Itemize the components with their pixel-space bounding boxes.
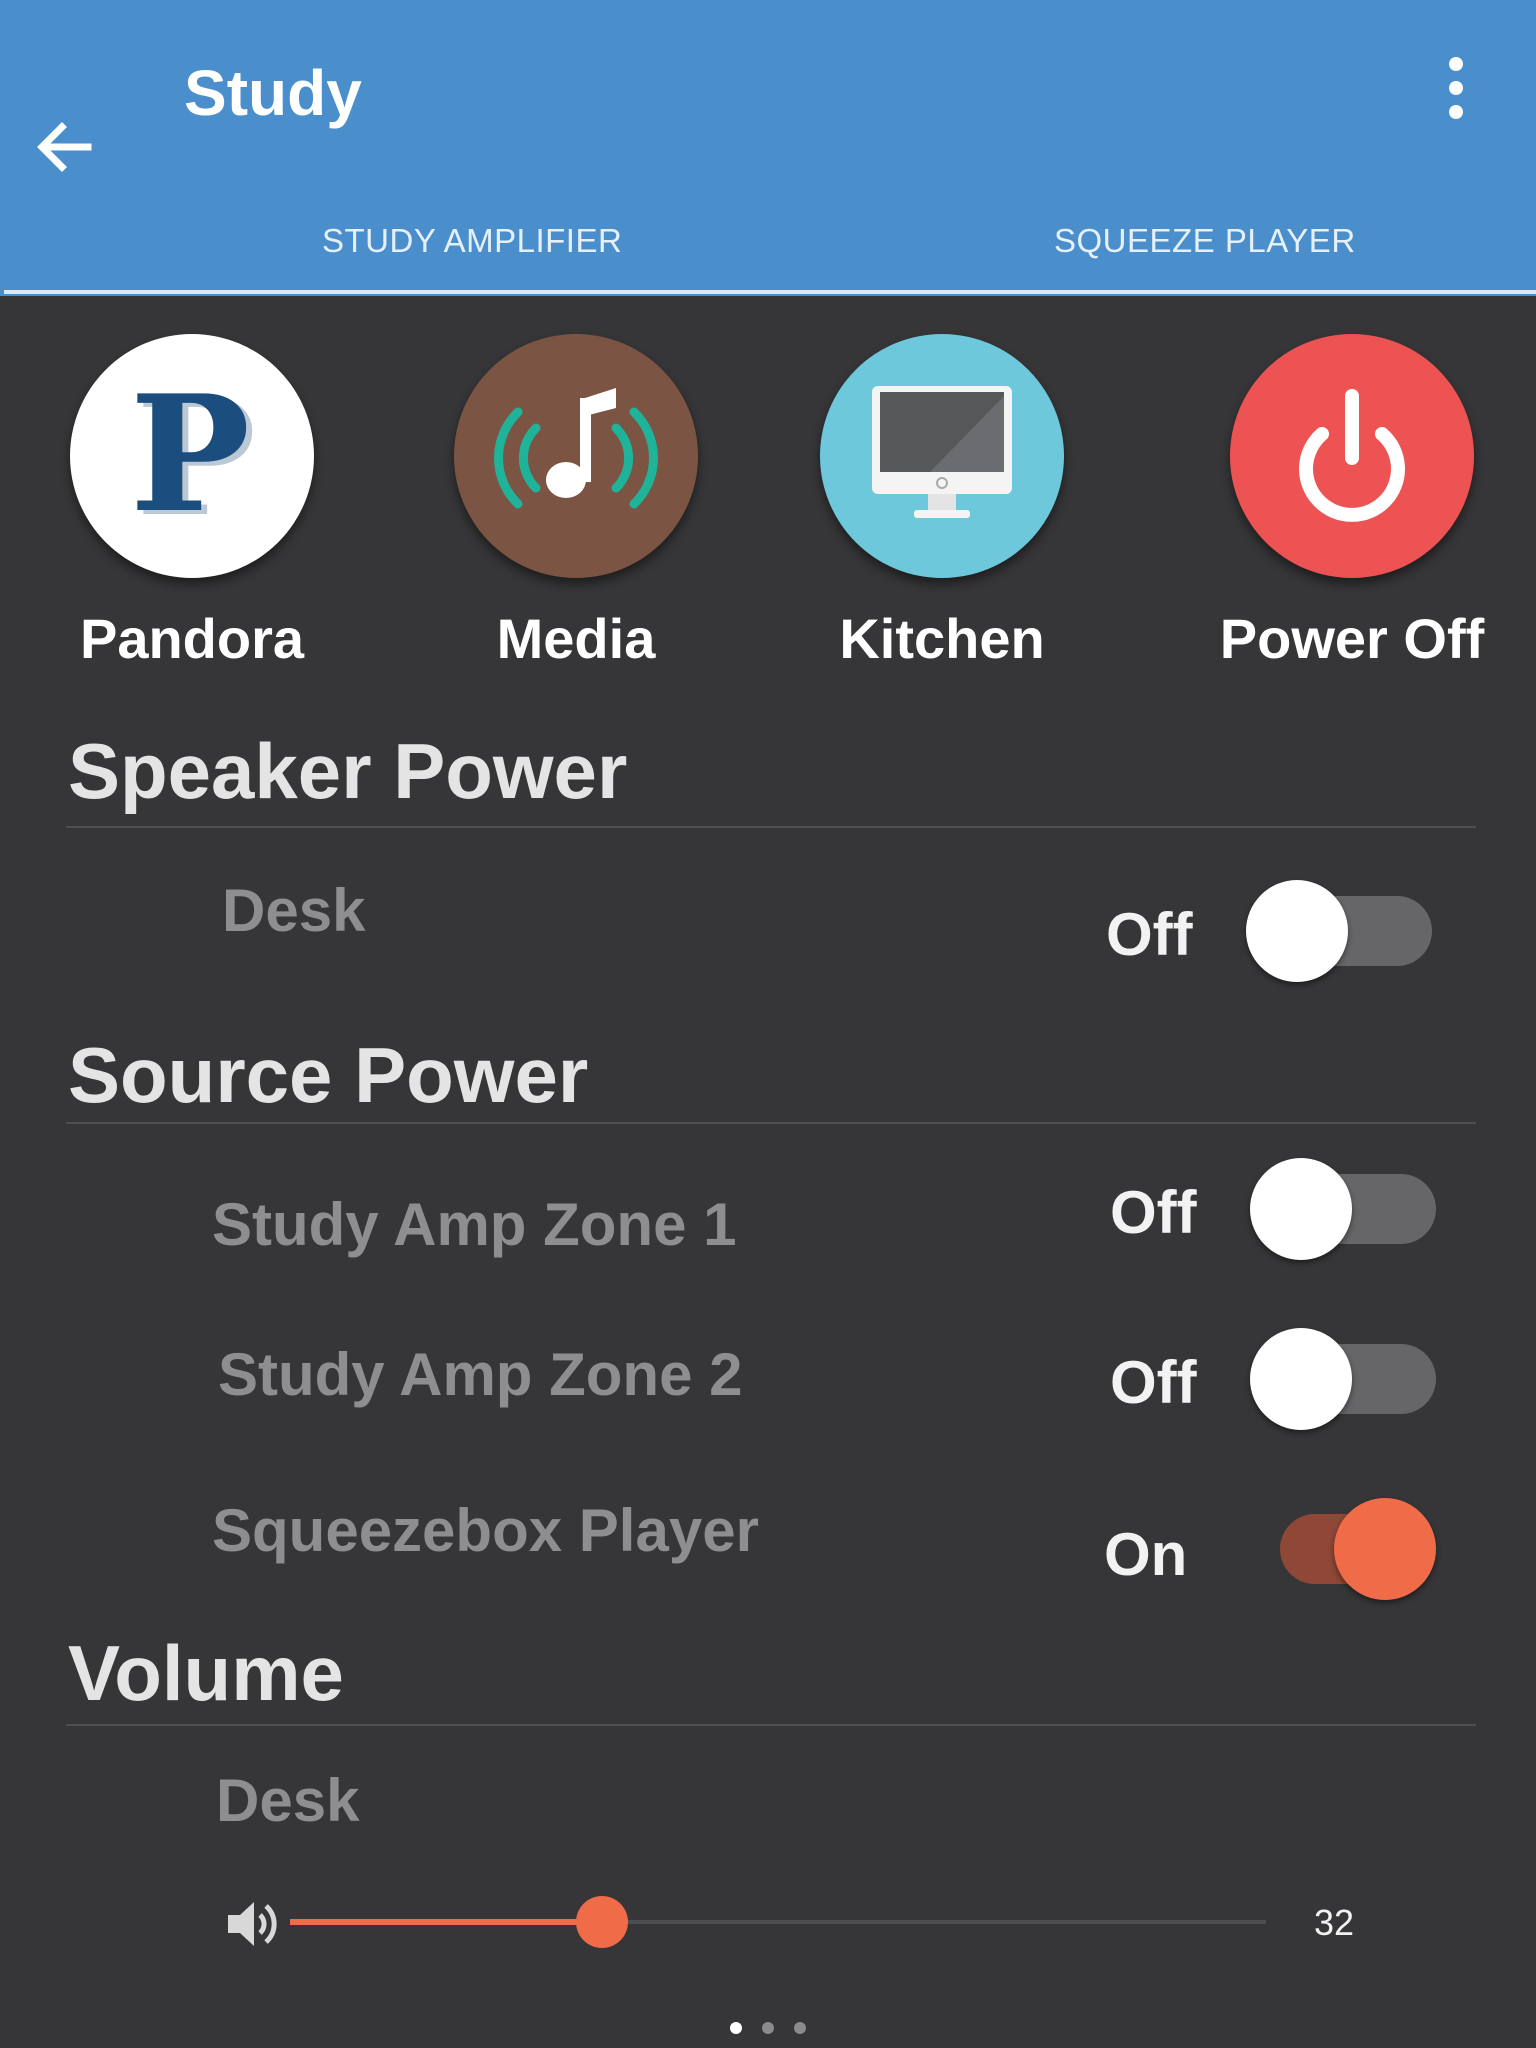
shortcut-pandora[interactable]: P P Pandora <box>70 334 314 670</box>
source-zone2-state: Off <box>1110 1349 1197 1416</box>
app-bar: Study STUDY AMPLIFIER SQUEEZE PLAYER <box>0 0 1536 296</box>
source-zone1-state: Off <box>1110 1179 1197 1246</box>
volume-desk-label: Desk <box>216 1767 360 1834</box>
toggle-thumb <box>1334 1498 1436 1600</box>
tab-squeeze-player[interactable]: SQUEEZE PLAYER <box>1054 222 1356 260</box>
shortcut-label: Media <box>496 607 656 670</box>
section-divider <box>66 1724 1476 1726</box>
monitor-icon <box>820 334 1064 578</box>
source-squeezebox-state: On <box>1104 1521 1188 1588</box>
speaker-desk-label: Desk <box>222 877 366 944</box>
tab-indicator <box>4 290 1536 294</box>
toggle-thumb <box>1246 880 1348 982</box>
page-dot[interactable] <box>762 2022 774 2034</box>
section-divider <box>66 1122 1476 1124</box>
svg-text:P: P <box>130 360 250 548</box>
source-squeezebox-toggle[interactable] <box>1246 1480 1436 1600</box>
shortcut-kitchen[interactable]: Kitchen <box>820 334 1064 670</box>
page-dot[interactable] <box>730 2022 742 2034</box>
speaker-desk-toggle[interactable] <box>1246 862 1436 982</box>
speaker-desk-state: Off <box>1106 901 1193 968</box>
source-zone2-toggle[interactable] <box>1250 1310 1440 1430</box>
toggle-thumb <box>1250 1158 1352 1260</box>
shortcut-label: Kitchen <box>839 607 1045 670</box>
shortcut-media[interactable]: Media <box>454 334 698 670</box>
arrow-left-icon[interactable] <box>30 112 100 182</box>
slider-thumb[interactable] <box>576 1896 628 1948</box>
toggle-thumb <box>1250 1328 1352 1430</box>
source-zone2-label: Study Amp Zone 2 <box>218 1341 743 1408</box>
slider-fill <box>290 1919 602 1925</box>
tab-study-amplifier[interactable]: STUDY AMPLIFIER <box>322 222 622 260</box>
source-squeezebox-label: Squeezebox Player <box>212 1497 759 1564</box>
speaker-volume-icon[interactable] <box>226 1898 282 1950</box>
source-zone1-label: Study Amp Zone 1 <box>212 1191 737 1258</box>
page-title: Study <box>184 57 362 129</box>
section-title-source-power: Source Power <box>68 1031 589 1119</box>
page-dot[interactable] <box>794 2022 806 2034</box>
pandora-icon: P P <box>70 334 314 578</box>
shortcut-power-off[interactable]: Power Off <box>1220 334 1484 670</box>
page-indicator <box>730 2022 806 2034</box>
volume-value: 32 <box>1314 1902 1355 1943</box>
shortcut-label: Pandora <box>79 607 305 670</box>
source-zone1-toggle[interactable] <box>1250 1140 1440 1260</box>
section-divider <box>66 826 1476 828</box>
power-icon <box>1230 334 1474 578</box>
shortcut-label: Power Off <box>1219 607 1485 670</box>
section-title-speaker-power: Speaker Power <box>68 727 628 815</box>
music-broadcast-icon <box>454 334 698 578</box>
volume-slider[interactable] <box>290 1890 1266 1954</box>
more-vert-icon[interactable] <box>1436 56 1476 120</box>
section-title-volume: Volume <box>68 1629 344 1717</box>
